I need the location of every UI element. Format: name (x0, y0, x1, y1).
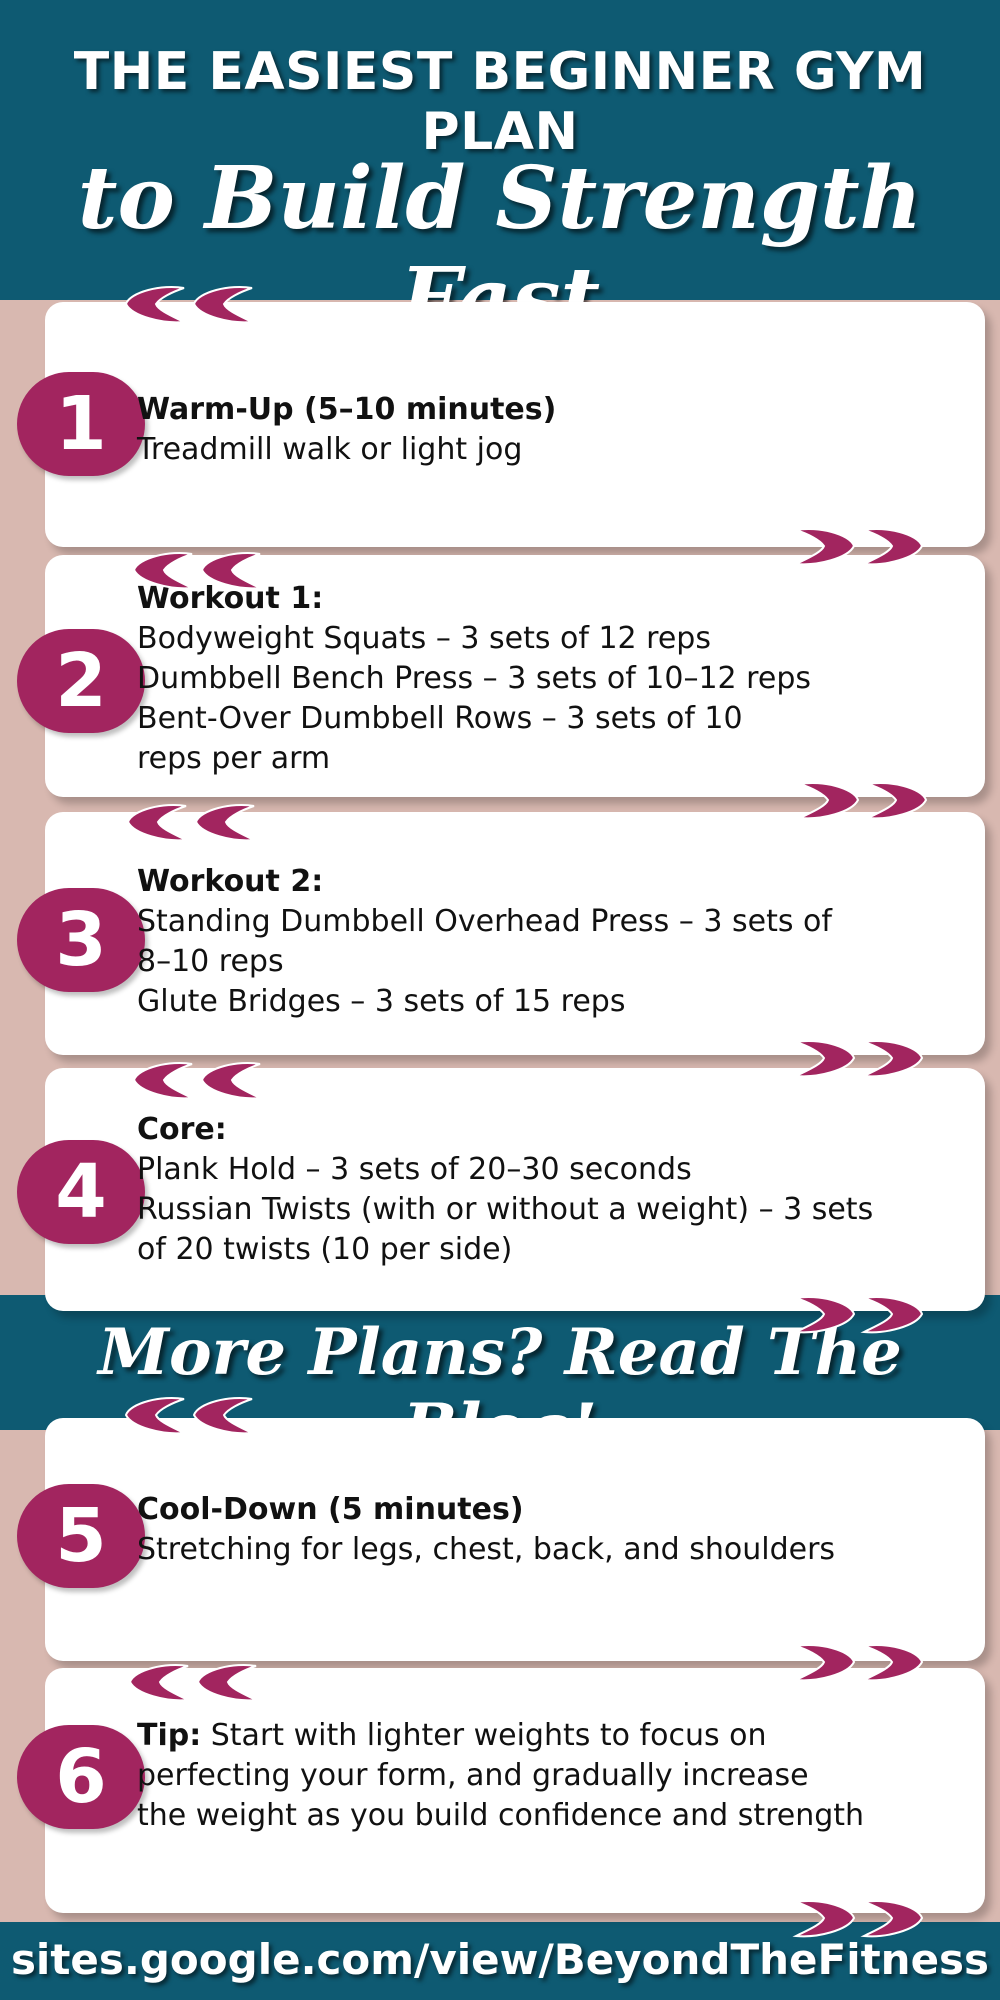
step-line: Standing Dumbbell Overhead Press – 3 set… (137, 904, 832, 939)
open-quote-mark (192, 286, 256, 324)
step-text: Workout 2: Standing Dumbbell Overhead Pr… (137, 862, 957, 1022)
open-quote-icon (124, 286, 256, 324)
close-quote-mark (792, 1900, 856, 1938)
step-card-1: 1 Warm-Up (5–10 minutes) Treadmill walk … (17, 302, 985, 547)
step-number: 5 (55, 1493, 107, 1579)
open-quote-icon (126, 804, 258, 842)
close-quote-mark (860, 1040, 924, 1078)
close-quote-icon (792, 1900, 924, 1938)
close-quote-mark (796, 782, 860, 820)
step-line: of 20 twists (10 per side) (137, 1232, 513, 1267)
step-heading: Workout 2: (137, 864, 324, 899)
step-line: Bent-Over Dumbbell Rows – 3 sets of 10 (137, 701, 743, 736)
open-quote-mark (192, 1397, 256, 1435)
open-quote-mark (200, 552, 264, 590)
step-text: Workout 1: Bodyweight Squats – 3 sets of… (137, 579, 957, 779)
step-line: Glute Bridges – 3 sets of 15 reps (137, 984, 626, 1019)
step-number-badge: 3 (17, 888, 145, 992)
open-quote-mark (124, 1397, 188, 1435)
step-line: reps per arm (137, 741, 331, 776)
step-text: Core: Plank Hold – 3 sets of 20–30 secon… (137, 1110, 957, 1270)
step-line: 8–10 reps (137, 944, 284, 979)
open-quote-icon (128, 1664, 260, 1702)
tip-first-line: Tip: Start with lighter weights to focus… (137, 1716, 957, 1756)
open-quote-mark (128, 1664, 192, 1702)
step-number-badge: 4 (17, 1140, 145, 1244)
close-quote-mark (860, 1296, 924, 1334)
step-number-badge: 2 (17, 629, 145, 733)
open-quote-mark (194, 804, 258, 842)
open-quote-mark (126, 804, 190, 842)
close-quote-mark (860, 1644, 924, 1682)
step-card-4: 4 Core: Plank Hold – 3 sets of 20–30 sec… (17, 1068, 985, 1311)
close-quote-icon (792, 1644, 924, 1682)
open-quote-icon (132, 1062, 264, 1100)
tip-text: Tip: Start with lighter weights to focus… (137, 1716, 957, 1836)
open-quote-mark (124, 286, 188, 324)
close-quote-mark (864, 782, 928, 820)
close-quote-mark (792, 1296, 856, 1334)
step-card-3: 3 Workout 2: Standing Dumbbell Overhead … (17, 812, 985, 1055)
open-quote-mark (200, 1062, 264, 1100)
step-heading: Cool-Down (5 minutes) (137, 1492, 524, 1527)
tip-line: Start with lighter weights to focus on (201, 1718, 767, 1753)
close-quote-icon (792, 1296, 924, 1334)
open-quote-icon (124, 1397, 256, 1435)
step-card-5: 5 Cool-Down (5 minutes) Stretching for l… (17, 1418, 985, 1661)
step-number: 2 (55, 638, 107, 724)
step-line: the weight as you build confidence and s… (137, 1798, 865, 1833)
open-quote-mark (132, 1062, 196, 1100)
close-quote-icon (792, 1040, 924, 1078)
step-text: Cool-Down (5 minutes) Stretching for leg… (137, 1490, 957, 1570)
step-text: Warm-Up (5–10 minutes) Treadmill walk or… (137, 390, 957, 470)
close-quote-mark (792, 1040, 856, 1078)
step-number-badge: 6 (17, 1725, 145, 1829)
step-line: Treadmill walk or light jog (137, 432, 523, 467)
close-quote-icon (792, 528, 924, 566)
step-heading: Warm-Up (5–10 minutes) (137, 392, 557, 427)
step-line: Stretching for legs, chest, back, and sh… (137, 1532, 836, 1567)
step-line: Dumbbell Bench Press – 3 sets of 10–12 r… (137, 661, 811, 696)
page-title: THE EASIEST BEGINNER GYM PLAN (73, 42, 927, 162)
close-quote-mark (860, 528, 924, 566)
step-line: perfecting your form, and gradually incr… (137, 1758, 809, 1793)
step-number: 1 (55, 381, 107, 467)
close-quote-mark (860, 1900, 924, 1938)
tip-label: Tip: (137, 1718, 202, 1753)
step-line: Plank Hold – 3 sets of 20–30 seconds (137, 1152, 692, 1187)
step-line: Russian Twists (with or without a weight… (137, 1192, 874, 1227)
step-number-badge: 1 (17, 372, 145, 476)
step-line: Bodyweight Squats – 3 sets of 12 reps (137, 621, 711, 656)
step-number-badge: 5 (17, 1484, 145, 1588)
step-heading: Core: (137, 1112, 227, 1147)
step-number: 3 (55, 897, 107, 983)
close-quote-icon (796, 782, 928, 820)
open-quote-mark (132, 552, 196, 590)
step-number: 4 (55, 1149, 107, 1235)
footer-url-link[interactable]: sites.google.com/view/BeyondTheFitness (0, 1935, 1000, 1984)
open-quote-mark (196, 1664, 260, 1702)
step-number: 6 (55, 1734, 107, 1820)
close-quote-mark (792, 528, 856, 566)
open-quote-icon (132, 552, 264, 590)
close-quote-mark (792, 1644, 856, 1682)
